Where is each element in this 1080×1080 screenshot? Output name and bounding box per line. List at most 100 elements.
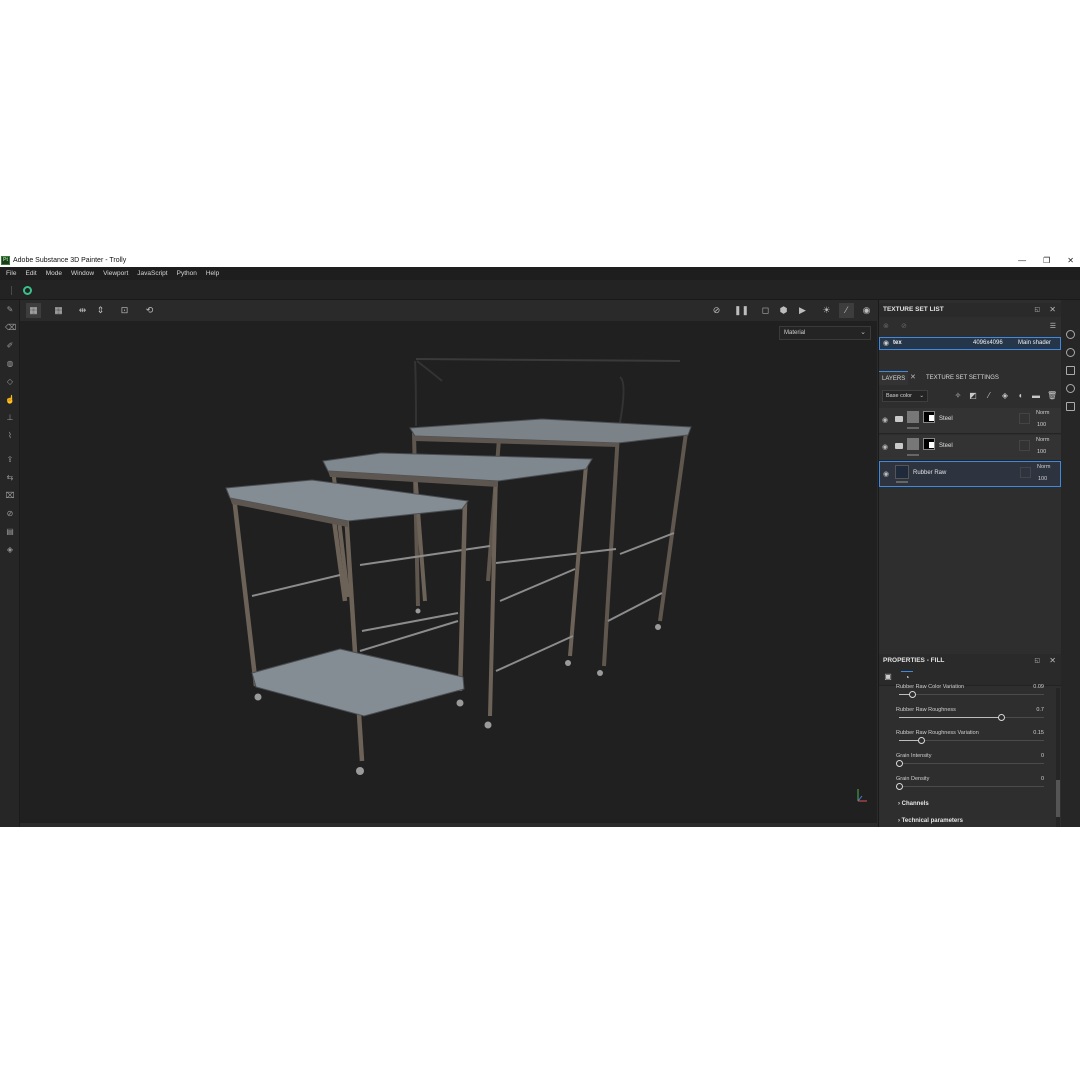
polygon-fill-icon[interactable]: ◇ <box>5 377 15 387</box>
geometry-fill-icon[interactable]: ◍ <box>5 359 15 369</box>
bake-icon[interactable]: ⇆ <box>5 473 15 483</box>
param-roughness[interactable]: Rubber Raw Roughness 0.7 <box>896 707 1044 729</box>
slider-handle[interactable] <box>917 737 925 744</box>
layer-row[interactable]: ◉ Steel Norm 100 <box>879 435 1061 461</box>
clipboard-icon[interactable]: ▤ <box>5 527 15 537</box>
color-picker-icon[interactable]: ⌇ <box>5 431 15 441</box>
param-color-variation[interactable]: Rubber Raw Color Variation 0.09 <box>896 684 1044 706</box>
unlink-icon[interactable]: ⊘ <box>901 322 907 330</box>
layer-row[interactable]: ◉ Steel Norm 100 <box>879 408 1061 434</box>
param-value: 0 <box>1040 753 1044 759</box>
paint-brush-icon[interactable]: ✎ <box>5 305 15 315</box>
param-grain-intensity[interactable]: Grain Intensity 0 <box>896 753 1044 775</box>
screenshot-camera-icon[interactable]: ◉ <box>859 303 874 318</box>
tab-layers[interactable]: LAYERS <box>879 371 909 385</box>
minimize-button[interactable]: — <box>1018 256 1026 265</box>
log-panel-icon[interactable] <box>1066 402 1075 411</box>
projection-icon[interactable]: ✐ <box>5 341 15 351</box>
export-icon[interactable]: ⇪ <box>5 455 15 465</box>
viewport-mode-icon[interactable]: ◻ <box>758 303 773 318</box>
clone-stamp-icon[interactable]: ⊥ <box>5 413 15 423</box>
close-window-button[interactable]: ✕ <box>1067 256 1074 265</box>
shader-settings-icon[interactable] <box>1066 366 1075 375</box>
layer-opacity[interactable]: 100 <box>1037 422 1046 428</box>
shelf-panel-icon[interactable] <box>1066 330 1075 339</box>
tab-texture-set-settings[interactable]: TEXTURE SET SETTINGS <box>923 371 1002 385</box>
channel-select[interactable]: Base color ⌄ <box>882 390 928 402</box>
layer-row-selected[interactable]: ◉ Rubber Raw Norm 100 <box>879 461 1061 487</box>
menu-viewport[interactable]: Viewport <box>103 270 128 277</box>
filter-list-icon[interactable]: ☰ <box>1050 322 1056 330</box>
texture-set-row[interactable]: ◉ tex 4096x4096 Main shader <box>879 337 1061 350</box>
menu-edit[interactable]: Edit <box>25 270 36 277</box>
blend-mode[interactable]: Norm <box>1037 464 1050 470</box>
display-settings-icon[interactable] <box>1066 348 1075 357</box>
measure-icon[interactable]: ⊘ <box>5 509 15 519</box>
close-icon[interactable]: ✕ <box>1049 654 1056 668</box>
lighting-icon[interactable]: ☀ <box>819 303 834 318</box>
delete-layer-icon[interactable]: 🗑 <box>1047 391 1057 401</box>
brush-mode-icon[interactable]: ⁄ <box>839 303 854 318</box>
layer-mask-slot[interactable] <box>1019 413 1030 424</box>
close-icon[interactable]: ✕ <box>1049 303 1056 317</box>
scrollbar-thumb[interactable] <box>1056 780 1060 817</box>
blend-mode[interactable]: Norm <box>1036 437 1049 443</box>
cube-icon[interactable]: ⬢ <box>776 303 791 318</box>
history-panel-icon[interactable] <box>1066 384 1075 393</box>
hide-icon[interactable]: ⊘ <box>709 303 724 318</box>
slider-handle[interactable] <box>909 691 917 698</box>
add-folder-icon[interactable]: ▬ <box>1031 391 1041 401</box>
trash-tool-icon[interactable]: ⌧ <box>5 491 15 501</box>
param-grain-density[interactable]: Grain Density 0 <box>896 776 1044 798</box>
menu-file[interactable]: File <box>6 270 16 277</box>
add-effect-icon[interactable]: ✧ <box>953 391 963 401</box>
close-tab-icon[interactable]: ✕ <box>910 371 916 385</box>
restore-button[interactable]: ❐ <box>1043 256 1050 265</box>
smudge-icon[interactable]: ☝ <box>5 395 15 405</box>
visibility-eye-icon[interactable]: ◉ <box>883 338 889 349</box>
section-channels[interactable]: › Channels <box>898 801 929 807</box>
menu-help[interactable]: Help <box>206 270 219 277</box>
slider-handle[interactable] <box>997 714 1005 721</box>
layer-opacity[interactable]: 100 <box>1038 476 1047 482</box>
pause-icon[interactable]: ❚❚ <box>734 303 749 318</box>
layer-opacity[interactable]: 100 <box>1037 449 1046 455</box>
symmetry-x-icon[interactable]: ⇹ <box>75 303 90 318</box>
menu-window[interactable]: Window <box>71 270 94 277</box>
slider-track <box>899 694 1044 695</box>
slider-handle[interactable] <box>896 783 903 790</box>
history-icon[interactable]: ⟲ <box>142 303 157 318</box>
visibility-eye-icon[interactable]: ◉ <box>882 416 888 424</box>
symmetry-y-icon[interactable]: ⇕ <box>93 303 108 318</box>
3d-viewport[interactable]: Material ⌄ <box>20 321 877 823</box>
link-icon[interactable]: ⊗ <box>883 322 889 330</box>
undock-icon[interactable]: ◱ <box>1034 303 1040 317</box>
settings-tab-icon[interactable]: ▣ <box>882 671 894 683</box>
undock-icon[interactable]: ◱ <box>1034 654 1040 668</box>
visibility-eye-icon[interactable]: ◉ <box>883 470 889 478</box>
plugin-icon[interactable] <box>23 286 32 295</box>
layer-mask-slot[interactable] <box>1019 440 1030 451</box>
frame-icon[interactable]: ⊡ <box>117 303 132 318</box>
grid-view-icon[interactable]: ▦ <box>26 303 41 318</box>
section-technical-parameters[interactable]: › Technical parameters <box>898 818 963 824</box>
add-mask-icon[interactable]: ◩ <box>968 391 978 401</box>
menu-python[interactable]: Python <box>177 270 197 277</box>
camera-video-icon[interactable]: ▶ <box>795 303 810 318</box>
eraser-icon[interactable]: ⌫ <box>5 323 16 333</box>
add-paint-layer-icon[interactable]: ⁄ <box>984 391 994 401</box>
param-roughness-variation[interactable]: Rubber Raw Roughness Variation 0.15 <box>896 730 1044 752</box>
blend-mode[interactable]: Norm <box>1036 410 1049 416</box>
layers-stack-icon[interactable]: ◈ <box>5 545 15 555</box>
menu-javascript[interactable]: JavaScript <box>137 270 167 277</box>
grid-options-icon[interactable]: ▦ <box>51 303 66 318</box>
visibility-eye-icon[interactable]: ◉ <box>882 443 888 451</box>
properties-scrollbar[interactable] <box>1056 688 1060 827</box>
add-fill-layer-icon[interactable]: ◈ <box>1000 391 1010 401</box>
material-tab-icon[interactable]: ◔ <box>901 671 913 683</box>
slider-handle[interactable] <box>896 760 903 767</box>
shader-name: Main shader <box>1018 340 1052 346</box>
layer-mask-slot[interactable] <box>1020 467 1031 478</box>
add-smart-material-icon[interactable]: ◐ <box>1016 391 1026 401</box>
menu-mode[interactable]: Mode <box>46 270 62 277</box>
